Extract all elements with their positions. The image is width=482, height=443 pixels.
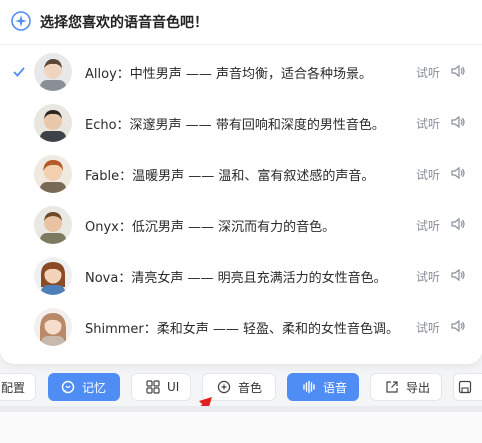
- soundwave-icon: [303, 380, 315, 394]
- listen-button[interactable]: 试听: [416, 217, 440, 234]
- save-button[interactable]: [453, 373, 482, 401]
- speaker-icon[interactable]: [450, 318, 466, 334]
- voice-label: Nova：清亮女声 —— 明亮且充满活力的女性音色。: [85, 271, 387, 286]
- avatar-shimmer: [34, 308, 72, 346]
- voice-option-alloy[interactable]: Alloy：中性男声 —— 声音均衡，适合各种场景。 试听: [0, 48, 482, 99]
- listen-button[interactable]: 试听: [416, 115, 440, 132]
- listen-button[interactable]: 试听: [416, 166, 440, 183]
- grid-icon: [146, 380, 160, 394]
- voice-option-echo[interactable]: Echo：深邃男声 —— 带有回响和深度的男性音色。 试听: [0, 99, 482, 150]
- sparkle-voice-icon: [217, 380, 231, 394]
- avatar-nova: [34, 257, 72, 295]
- voice-option-nova[interactable]: Nova：清亮女声 —— 明亮且充满活力的女性音色。 试听: [0, 252, 482, 303]
- input-area[interactable]: [0, 412, 482, 443]
- sparkle-voice-icon: [11, 11, 31, 31]
- voice-label-btn: 语音: [323, 380, 348, 395]
- listen-button[interactable]: 试听: [416, 64, 440, 81]
- voice-option-fable[interactable]: Fable：温暖男声 —— 温和、富有叙述感的声音。 试听: [0, 150, 482, 201]
- speaker-icon[interactable]: [450, 63, 466, 79]
- export-button[interactable]: 导出: [370, 373, 442, 401]
- voice-label: Echo：深邃男声 —— 带有回响和深度的男性音色。: [85, 118, 385, 133]
- voice-option-onyx[interactable]: Onyx：低沉男声 —— 深沉而有力的音色。 试听: [0, 201, 482, 252]
- save-icon: [458, 380, 472, 394]
- panel-title: 选择您喜欢的语音音色吧！: [40, 15, 208, 31]
- check-icon: [13, 67, 25, 77]
- voice-label: Alloy：中性男声 —— 声音均衡，适合各种场景。: [85, 67, 373, 82]
- memory-label: 记忆: [82, 380, 107, 395]
- config-label: 配置: [1, 380, 26, 395]
- voice-label: Onyx：低沉男声 —— 深沉而有力的音色。: [85, 220, 336, 235]
- avatar-echo: [34, 104, 72, 142]
- voice-button[interactable]: 语音: [287, 373, 359, 401]
- voice-label: Fable：温暖男声 —— 温和、富有叙述感的声音。: [85, 169, 375, 184]
- export-icon: [386, 381, 398, 393]
- voice-option-shimmer[interactable]: Shimmer：柔和女声 —— 轻盈、柔和的女性音色调。 试听: [0, 303, 482, 354]
- voice-selector-panel: 选择您喜欢的语音音色吧！ Alloy：中性男声 —— 声音均衡，适合各种场景。 …: [0, 0, 482, 364]
- listen-button[interactable]: 试听: [416, 319, 440, 336]
- memory-button[interactable]: 记忆: [48, 373, 120, 401]
- listen-button[interactable]: 试听: [416, 268, 440, 285]
- bottom-toolbar: 配置 记忆 UI 音色 语音 导出: [0, 370, 482, 406]
- panel-header: 选择您喜欢的语音音色吧！: [0, 0, 482, 45]
- timbre-label: 音色: [238, 380, 263, 395]
- avatar-onyx: [34, 206, 72, 244]
- speaker-icon[interactable]: [450, 114, 466, 130]
- avatar-fable: [34, 155, 72, 193]
- speaker-icon[interactable]: [450, 216, 466, 232]
- voice-list: Alloy：中性男声 —— 声音均衡，适合各种场景。 试听 Echo：深邃男声 …: [0, 48, 482, 354]
- voice-label: Shimmer：柔和女声 —— 轻盈、柔和的女性音色调。: [85, 322, 400, 337]
- config-button[interactable]: 配置: [0, 373, 36, 401]
- avatar-alloy: [34, 53, 72, 91]
- export-label: 导出: [406, 380, 431, 395]
- speaker-icon[interactable]: [450, 165, 466, 181]
- chat-bubble-icon: [61, 380, 75, 394]
- speaker-icon[interactable]: [450, 267, 466, 283]
